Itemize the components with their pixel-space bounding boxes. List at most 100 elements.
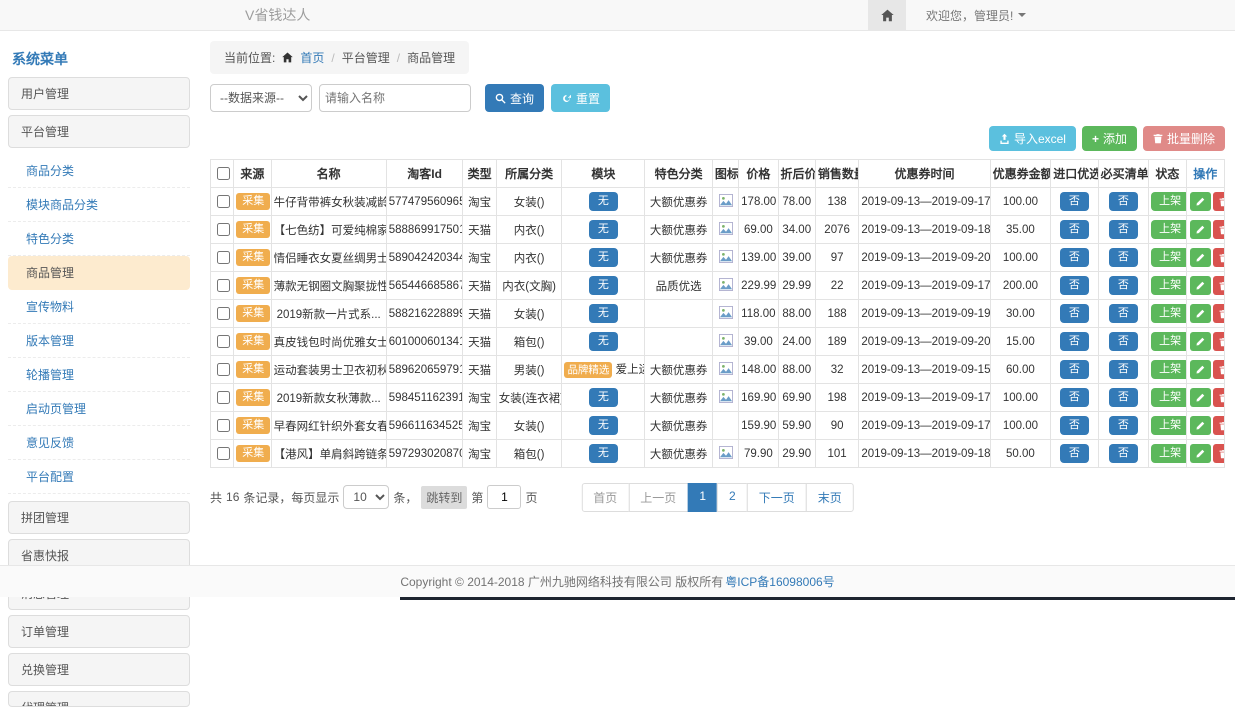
sidebar-item-1[interactable]: 模块商品分类 <box>8 188 190 222</box>
must-buy-toggle[interactable]: 否 <box>1109 276 1138 295</box>
row-checkbox[interactable] <box>217 279 230 292</box>
add-button[interactable]: + 添加 <box>1082 126 1137 151</box>
must-buy-toggle[interactable]: 否 <box>1109 304 1138 323</box>
feature-category-cell: 大额优惠券 <box>645 244 713 272</box>
row-checkbox[interactable] <box>217 251 230 264</box>
sidebar-group-1[interactable]: 平台管理 <box>8 115 190 148</box>
sidebar-group-6[interactable]: 兑换管理 <box>8 653 190 686</box>
imported-toggle[interactable]: 否 <box>1060 276 1089 295</box>
status-toggle[interactable]: 上架 <box>1151 416 1186 435</box>
status-toggle[interactable]: 上架 <box>1151 248 1186 267</box>
name-cell: 早春网红针织外套女春... <box>271 412 386 440</box>
imported-toggle[interactable]: 否 <box>1060 388 1089 407</box>
delete-button[interactable] <box>1213 220 1225 239</box>
page-button-4[interactable]: 下一页 <box>747 483 807 512</box>
status-toggle[interactable]: 上架 <box>1151 304 1186 323</box>
must-buy-toggle[interactable]: 否 <box>1109 416 1138 435</box>
sidebar-item-9[interactable]: 平台配置 <box>8 460 190 494</box>
batch-delete-button[interactable]: 批量删除 <box>1143 126 1225 151</box>
edit-button[interactable] <box>1190 332 1211 351</box>
row-checkbox[interactable] <box>217 447 230 460</box>
sidebar-item-3[interactable]: 商品管理 <box>8 256 190 290</box>
reset-button[interactable]: 重置 <box>551 84 610 112</box>
status-toggle[interactable]: 上架 <box>1151 444 1186 463</box>
page-size-select[interactable]: 10 <box>343 485 389 509</box>
page-button-0[interactable]: 首页 <box>581 483 629 512</box>
edit-button[interactable] <box>1190 304 1211 323</box>
must-buy-toggle[interactable]: 否 <box>1109 444 1138 463</box>
must-buy-toggle[interactable]: 否 <box>1109 388 1138 407</box>
jump-page-input[interactable] <box>487 485 521 509</box>
imported-toggle[interactable]: 否 <box>1060 304 1089 323</box>
must-buy-toggle[interactable]: 否 <box>1109 192 1138 211</box>
edit-button[interactable] <box>1190 416 1211 435</box>
row-checkbox[interactable] <box>217 223 230 236</box>
row-checkbox[interactable] <box>217 419 230 432</box>
column-header-3: 类型 <box>463 160 496 188</box>
status-toggle[interactable]: 上架 <box>1151 332 1186 351</box>
sidebar-item-2[interactable]: 特色分类 <box>8 222 190 256</box>
must-buy-toggle[interactable]: 否 <box>1109 248 1138 267</box>
edit-button[interactable] <box>1190 220 1211 239</box>
sidebar-group-0[interactable]: 用户管理 <box>8 77 190 110</box>
imported-toggle[interactable]: 否 <box>1060 332 1089 351</box>
must-buy-toggle[interactable]: 否 <box>1109 220 1138 239</box>
row-checkbox[interactable] <box>217 363 230 376</box>
status-toggle[interactable]: 上架 <box>1151 276 1186 295</box>
data-source-select[interactable]: --数据来源-- <box>210 84 312 112</box>
user-menu[interactable]: 欢迎您，管理员! <box>906 7 1026 24</box>
status-toggle[interactable]: 上架 <box>1151 360 1186 379</box>
page-button-2[interactable]: 1 <box>687 483 718 512</box>
edit-button[interactable] <box>1190 248 1211 267</box>
imported-toggle[interactable]: 否 <box>1060 416 1089 435</box>
sidebar-group-2[interactable]: 拼团管理 <box>8 501 190 534</box>
delete-button[interactable] <box>1213 192 1225 211</box>
must-buy-toggle[interactable]: 否 <box>1109 332 1138 351</box>
imported-toggle[interactable]: 否 <box>1060 360 1089 379</box>
edit-button[interactable] <box>1190 276 1211 295</box>
edit-button[interactable] <box>1190 360 1211 379</box>
page-button-3[interactable]: 2 <box>717 483 748 512</box>
status-toggle[interactable]: 上架 <box>1151 388 1186 407</box>
name-search-input[interactable] <box>319 84 471 112</box>
row-checkbox[interactable] <box>217 307 230 320</box>
sidebar-group-7[interactable]: 代理管理 <box>8 691 190 707</box>
delete-button[interactable] <box>1213 444 1225 463</box>
import-excel-button[interactable]: 导入excel <box>989 126 1076 151</box>
imported-toggle[interactable]: 否 <box>1060 444 1089 463</box>
sidebar-item-8[interactable]: 意见反馈 <box>8 426 190 460</box>
sidebar-item-5[interactable]: 版本管理 <box>8 324 190 358</box>
page-button-1[interactable]: 上一页 <box>628 483 688 512</box>
imported-toggle[interactable]: 否 <box>1060 248 1089 267</box>
coupon-time-cell: 2019-09-13—2019-09-20 <box>859 328 990 356</box>
sidebar-item-0[interactable]: 商品分类 <box>8 154 190 188</box>
select-all-checkbox[interactable] <box>217 167 230 180</box>
delete-button[interactable] <box>1213 276 1225 295</box>
edit-button[interactable] <box>1190 444 1211 463</box>
edit-button[interactable] <box>1190 388 1211 407</box>
delete-button[interactable] <box>1213 332 1225 351</box>
sidebar-item-4[interactable]: 宣传物料 <box>8 290 190 324</box>
imported-toggle[interactable]: 否 <box>1060 192 1089 211</box>
status-toggle[interactable]: 上架 <box>1151 192 1186 211</box>
delete-button[interactable] <box>1213 248 1225 267</box>
status-toggle[interactable]: 上架 <box>1151 220 1186 239</box>
delete-button[interactable] <box>1213 388 1225 407</box>
breadcrumb-home-link[interactable]: 首页 <box>300 49 324 66</box>
edit-button[interactable] <box>1190 192 1211 211</box>
sidebar-item-7[interactable]: 启动页管理 <box>8 392 190 426</box>
delete-button[interactable] <box>1213 416 1225 435</box>
row-checkbox[interactable] <box>217 391 230 404</box>
must-buy-toggle[interactable]: 否 <box>1109 360 1138 379</box>
home-button[interactable] <box>868 0 906 30</box>
row-checkbox[interactable] <box>217 195 230 208</box>
row-checkbox[interactable] <box>217 335 230 348</box>
icp-link[interactable]: 粤ICP备16098006号 <box>725 573 834 590</box>
imported-toggle[interactable]: 否 <box>1060 220 1089 239</box>
sidebar-item-6[interactable]: 轮播管理 <box>8 358 190 392</box>
delete-button[interactable] <box>1213 304 1225 323</box>
page-button-5[interactable]: 末页 <box>806 483 854 512</box>
query-button[interactable]: 查询 <box>485 84 544 112</box>
delete-button[interactable] <box>1213 360 1225 379</box>
sidebar-group-5[interactable]: 订单管理 <box>8 615 190 648</box>
